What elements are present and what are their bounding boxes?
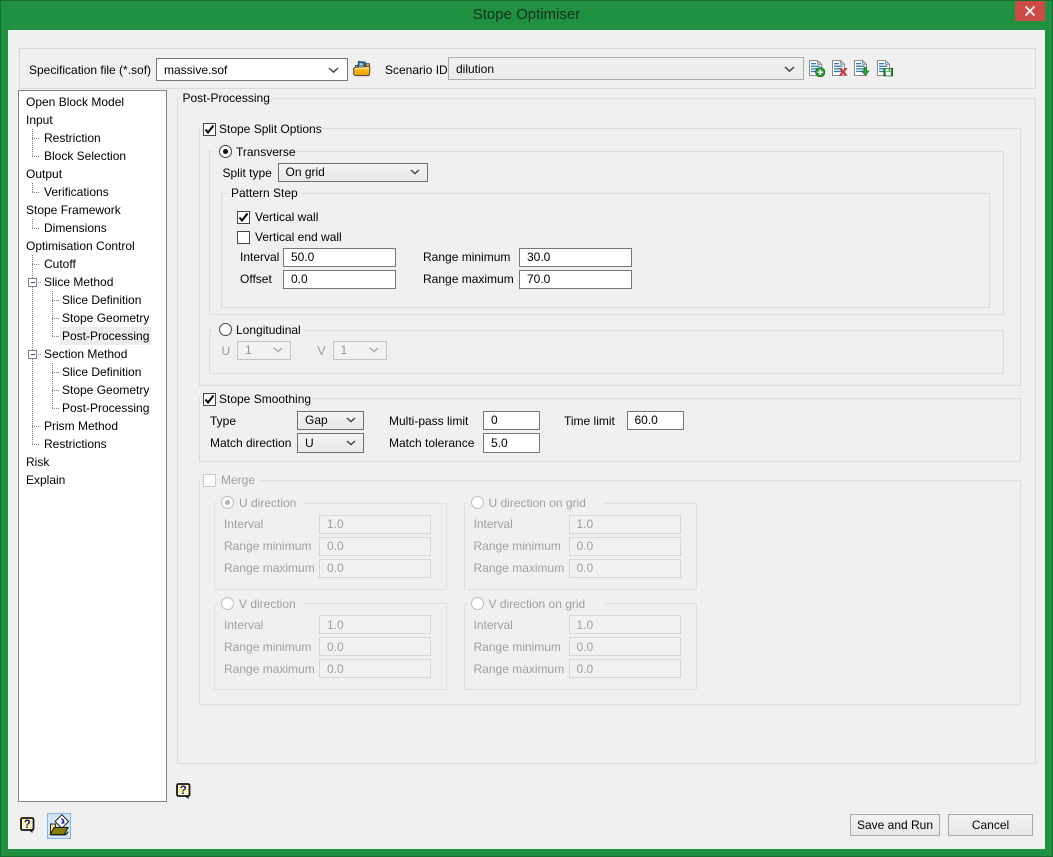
svg-text:?: ? [180, 785, 187, 797]
svg-text:?: ? [24, 819, 31, 831]
